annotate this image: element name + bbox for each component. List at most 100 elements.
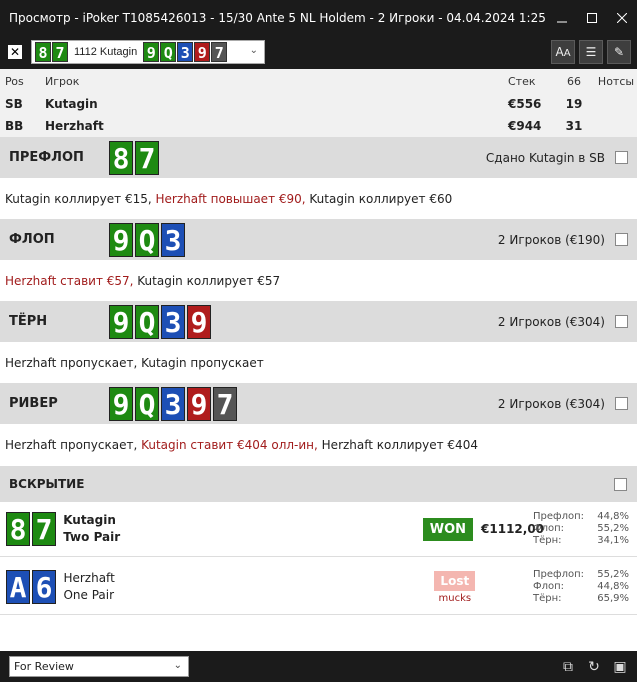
list-view-button[interactable]: ☰ [579, 40, 603, 64]
equity-label: Флоп: [533, 581, 565, 592]
player-pos: BB [5, 119, 24, 133]
col-player: Игрок [45, 74, 80, 88]
won-amount: €1112,00 [481, 522, 545, 536]
table-row[interactable]: SB Kutagin €556 19 [0, 93, 637, 115]
close-window-button[interactable] [607, 0, 637, 35]
street-flop: ФЛОП 9Q3 2 Игроков (€190) [0, 219, 637, 260]
action-aggressive: Kutagin ставит €404 олл-ин, [141, 437, 322, 452]
mucks-label: mucks [438, 592, 472, 604]
card: 3 [161, 304, 185, 339]
players-header: Pos Игрок Стек 66 Нотсы [0, 69, 637, 93]
street-checkbox[interactable] [615, 397, 628, 410]
save-button[interactable]: ▣ [609, 656, 631, 678]
equity-value: 55,2% [597, 569, 629, 580]
card: 8 [35, 42, 51, 62]
street-info: 2 Игроков (€304) [497, 314, 605, 329]
card: 3 [161, 222, 185, 257]
player-name: Kutagin [45, 97, 98, 111]
street-info: 2 Игроков (€190) [497, 232, 605, 247]
action: Kutagin коллирует €57 [137, 273, 281, 288]
hand-cards: 87 [35, 42, 69, 62]
street-checkbox[interactable] [615, 151, 628, 164]
card: 9 [194, 42, 211, 62]
save-icon: ▣ [613, 658, 627, 675]
street-actions: Kutagin коллирует €15, Herzhaft повышает… [0, 178, 637, 219]
col-stack: Стек [508, 74, 536, 88]
review-filter-value: For Review [14, 660, 74, 673]
equity-value: 44,8% [597, 511, 630, 522]
table-row[interactable]: BB Herzhaft €944 31 [0, 115, 637, 137]
player-pos: SB [5, 97, 23, 111]
showdown-checkbox[interactable] [614, 477, 627, 491]
action: Kutagin коллирует €60 [309, 191, 453, 206]
pencil-icon: ✎ [613, 45, 625, 59]
col-pos: Pos [5, 74, 24, 88]
font-size-button[interactable]: AA [551, 40, 575, 64]
street-info: 2 Игроков (€304) [497, 396, 605, 411]
chevron-down-icon: ⌄ [173, 660, 182, 671]
copy-button[interactable]: ⧉ [557, 656, 579, 678]
action: Herzhaft коллирует €404 [321, 437, 478, 452]
card: 8 [6, 512, 30, 546]
street-preflop: ПРЕФЛОП 87 Сдано Kutagin в SB [0, 137, 637, 178]
minimize-icon [557, 21, 567, 22]
card: Q [135, 304, 159, 339]
equity-value: 34,1% [597, 535, 630, 546]
window-title: Просмотр - iPoker T1085426013 - 15/30 An… [9, 10, 546, 25]
close-icon [617, 12, 627, 23]
hand-selector[interactable]: 87 1112 Kutagin 9Q397 ⌄ [31, 40, 265, 64]
card: 7 [52, 42, 68, 62]
street-checkbox[interactable] [615, 233, 628, 246]
card: 7 [135, 140, 159, 175]
edit-button[interactable]: ✎ [607, 40, 631, 64]
showdown-title: ВСКРЫТИЕ [9, 477, 85, 491]
equity-row: Префлоп: 55,2% [533, 569, 629, 581]
street-checkbox[interactable] [615, 315, 628, 328]
showdown-row-loser: A6 Herzhaft One Pair Lost mucks Префлоп:… [0, 560, 637, 615]
equity-label: Тёрн: [533, 535, 562, 546]
street-name: ПРЕФЛОП [9, 150, 84, 165]
chevron-down-icon: ⌄ [249, 45, 258, 56]
street-cards: 9Q39 [109, 304, 213, 339]
action: Herzhaft пропускает, [5, 437, 142, 452]
maximize-icon [587, 12, 597, 23]
lost-group: Lost mucks [434, 570, 476, 604]
maximize-button[interactable] [577, 0, 607, 35]
action: Kutagin коллирует €15, [5, 191, 156, 206]
review-filter-select[interactable]: For Review ⌄ [9, 656, 189, 677]
card: 9 [109, 222, 133, 257]
action-aggressive: Herzhaft повышает €90, [155, 191, 310, 206]
street-name: РИВЕР [9, 396, 58, 411]
lost-badge: Lost [434, 570, 476, 591]
card: 3 [177, 42, 194, 62]
card: 9 [143, 42, 160, 62]
street-river: РИВЕР 9Q397 2 Игроков (€304) [0, 383, 637, 424]
showdown-player: Herzhaft One Pair [63, 570, 369, 604]
street-cards: 87 [109, 140, 161, 175]
street-actions: Herzhaft ставит €57, Kutagin коллирует €… [0, 260, 637, 301]
card: A [6, 570, 30, 604]
showdown-result: WON [368, 517, 474, 541]
refresh-button[interactable]: ↻ [583, 656, 605, 678]
street-turn: ТЁРН 9Q39 2 Игроков (€304) [0, 301, 637, 342]
street-actions: Herzhaft пропускает, Kutagin ставит €404… [0, 424, 637, 465]
col-hands: 66 [567, 74, 581, 88]
showdown-result: Lost mucks [370, 570, 476, 604]
minimize-button[interactable] [547, 0, 577, 35]
equity-list: Префлоп: 55,2% Флоп: 44,8% Тёрн: 65,9% [533, 569, 629, 605]
close-hand-button[interactable]: ✕ [8, 45, 22, 59]
player-stack: €944 [508, 119, 542, 133]
showdown-cards: 87 [0, 512, 63, 546]
hand-label: 1112 Kutagin [74, 46, 138, 58]
showdown-player: Kutagin Two Pair [63, 512, 368, 546]
card: Q [135, 386, 159, 421]
player-hands: 19 [565, 97, 583, 111]
street-name: ТЁРН [9, 314, 48, 329]
font-size-icon: AA [555, 45, 571, 59]
player-name: Herzhaft [45, 119, 104, 133]
card: 7 [32, 512, 56, 546]
equity-row: Тёрн: 34,1% [533, 535, 629, 547]
refresh-icon: ↻ [588, 658, 600, 675]
equity-value: 65,9% [597, 593, 629, 604]
action-aggressive: Herzhaft ставит €57, [5, 273, 138, 288]
